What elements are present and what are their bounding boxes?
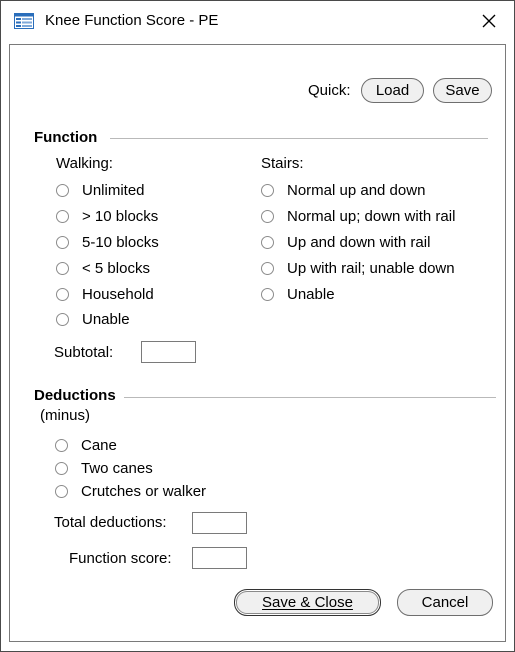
radio-unchecked-icon[interactable] [55, 485, 68, 498]
deductions-divider [124, 397, 496, 398]
close-icon[interactable] [475, 7, 503, 35]
stairs-option-label: Normal up and down [287, 182, 426, 199]
quick-load-button[interactable]: Load [361, 78, 424, 103]
total-deductions-label: Total deductions: [54, 514, 167, 531]
radio-unchecked-icon[interactable] [55, 462, 68, 475]
walking-option-5-10-blocks[interactable]: 5-10 blocks [56, 234, 159, 251]
radio-unchecked-icon[interactable] [261, 288, 274, 301]
walking-option-unlimited[interactable]: Unlimited [56, 182, 145, 199]
radio-unchecked-icon[interactable] [56, 210, 69, 223]
walking-option-label: Household [82, 286, 154, 303]
stairs-label: Stairs: [261, 155, 304, 172]
function-heading: Function [34, 129, 98, 146]
stairs-option-normal[interactable]: Normal up and down [261, 182, 425, 199]
walking-option-label: Unlimited [82, 182, 145, 199]
radio-unchecked-icon[interactable] [56, 236, 69, 249]
dialog-window: Knee Function Score - PE Quick: Load Sav… [0, 0, 515, 652]
radio-unchecked-icon[interactable] [55, 439, 68, 452]
cancel-label: Cancel [421, 594, 469, 611]
cancel-button[interactable]: Cancel [397, 589, 493, 616]
radio-unchecked-icon[interactable] [56, 262, 69, 275]
stairs-option-label: Unable [287, 286, 335, 303]
deduction-option-crutches-walker[interactable]: Crutches or walker [55, 483, 206, 500]
walking-option-under-5-blocks[interactable]: < 5 blocks [56, 260, 150, 277]
stairs-option-normal-up-rail-down[interactable]: Normal up; down with rail [261, 208, 455, 225]
deductions-heading: Deductions [34, 387, 116, 404]
form-window-icon [14, 13, 34, 29]
title-bar: Knee Function Score - PE [1, 1, 514, 41]
deduction-option-label: Cane [81, 437, 117, 454]
stairs-option-label: Normal up; down with rail [287, 208, 456, 225]
total-deductions-field[interactable] [192, 512, 247, 534]
window-title: Knee Function Score - PE [45, 12, 219, 29]
deduction-option-cane[interactable]: Cane [55, 437, 117, 454]
deductions-subheading: (minus) [40, 407, 91, 424]
stairs-option-up-down-rail[interactable]: Up and down with rail [261, 234, 430, 251]
walking-label: Walking: [56, 155, 113, 172]
subtotal-label: Subtotal: [54, 344, 114, 361]
stairs-option-label: Up with rail; unable down [287, 260, 455, 277]
radio-unchecked-icon[interactable] [261, 210, 274, 223]
radio-unchecked-icon[interactable] [261, 184, 274, 197]
radio-unchecked-icon[interactable] [56, 313, 69, 326]
walking-option-label: 5-10 blocks [82, 234, 159, 251]
radio-unchecked-icon[interactable] [261, 262, 274, 275]
radio-unchecked-icon[interactable] [56, 184, 69, 197]
deduction-option-label: Crutches or walker [81, 483, 207, 500]
walking-option-unable[interactable]: Unable [56, 311, 130, 328]
deduction-option-label: Two canes [81, 460, 153, 477]
quick-label: Quick: [308, 82, 351, 99]
stairs-option-unable[interactable]: Unable [261, 286, 335, 303]
dialog-client-area: Quick: Load Save Function Walking: Stair… [9, 44, 506, 642]
stairs-option-up-rail-unable-down[interactable]: Up with rail; unable down [261, 260, 455, 277]
stairs-option-label: Up and down with rail [287, 234, 431, 251]
function-score-label: Function score: [69, 550, 172, 567]
save-close-label: Save & Close [262, 594, 353, 611]
walking-option-label: > 10 blocks [82, 208, 159, 225]
function-score-field[interactable] [192, 547, 247, 569]
save-close-button[interactable]: Save & Close [234, 589, 381, 616]
walking-option-over-10-blocks[interactable]: > 10 blocks [56, 208, 158, 225]
deduction-option-two-canes[interactable]: Two canes [55, 460, 153, 477]
radio-unchecked-icon[interactable] [56, 288, 69, 301]
radio-unchecked-icon[interactable] [261, 236, 274, 249]
subtotal-field[interactable] [141, 341, 196, 363]
function-divider [110, 138, 488, 139]
quick-save-label: Save [445, 82, 480, 99]
walking-option-label: Unable [82, 311, 130, 328]
quick-load-label: Load [375, 82, 410, 99]
walking-option-household[interactable]: Household [56, 286, 154, 303]
walking-option-label: < 5 blocks [82, 260, 150, 277]
quick-save-button[interactable]: Save [433, 78, 492, 103]
